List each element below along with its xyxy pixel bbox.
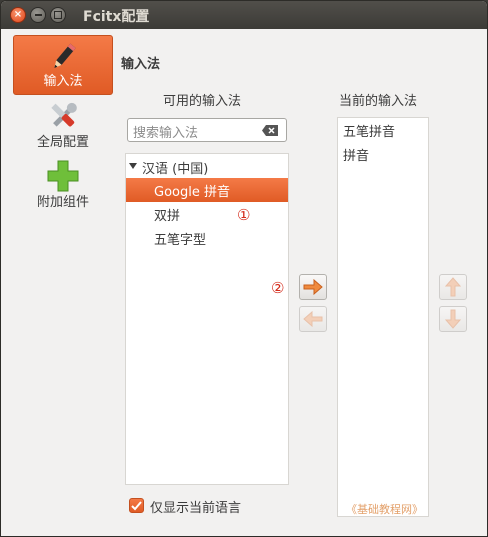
list-item[interactable]: 五笔字型: [126, 226, 288, 250]
list-item-label: 五笔字型: [154, 233, 207, 248]
move-down-button[interactable]: [439, 306, 467, 332]
search-input[interactable]: 搜索输入法: [127, 118, 287, 142]
minimize-button[interactable]: [30, 7, 46, 23]
sidebar-item-global-config[interactable]: 全局配置: [13, 95, 113, 155]
sidebar-item-label: 附加组件: [36, 195, 89, 210]
current-input-methods-list[interactable]: 五笔拼音 拼音: [337, 117, 429, 517]
list-item[interactable]: 拼音: [343, 145, 369, 164]
annotation-marker-1: ①: [237, 206, 251, 224]
close-button[interactable]: ×: [10, 7, 26, 23]
move-up-button[interactable]: [439, 274, 467, 300]
checkmark-icon: [131, 500, 142, 510]
available-input-methods-list[interactable]: 汉语 (中国) Google 拼音 双拼 五笔字型: [125, 153, 289, 485]
plus-icon: [47, 160, 79, 192]
list-item-label: Google 拼音: [154, 185, 230, 200]
arrow-up-icon: [445, 277, 461, 297]
list-item[interactable]: 五笔拼音: [343, 121, 395, 140]
clear-search-icon[interactable]: [262, 125, 278, 136]
current-heading: 当前的输入法: [339, 94, 418, 109]
sidebar-item-input-method[interactable]: 输入法: [13, 35, 113, 95]
arrow-left-icon: [303, 311, 323, 327]
sidebar-item-addons[interactable]: 附加组件: [13, 155, 113, 215]
arrow-right-icon: [303, 279, 323, 295]
tools-icon: [51, 102, 77, 127]
show-current-language-label[interactable]: 仅显示当前语言: [150, 497, 241, 516]
show-current-language-checkbox[interactable]: [129, 498, 144, 513]
pencil-icon: [54, 43, 76, 69]
expand-triangle-icon[interactable]: [129, 163, 137, 169]
sidebar-item-label: 输入法: [43, 74, 83, 89]
annotation-marker-2: ②: [271, 279, 285, 297]
watermark: 《基础教程网》: [346, 503, 423, 516]
search-placeholder: 搜索输入法: [133, 126, 199, 141]
list-item[interactable]: 双拼: [126, 202, 288, 226]
sidebar-item-label: 全局配置: [36, 135, 89, 150]
language-group-row[interactable]: 汉语 (中国): [126, 156, 288, 178]
titlebar: × Fcitx配置: [1, 1, 487, 29]
section-title: 输入法: [121, 57, 161, 72]
fcitx-config-window: × Fcitx配置 输入法 全局配置 附加组件 输入法 可用的输入法 当前的输入…: [0, 0, 488, 537]
maximize-button[interactable]: [50, 7, 66, 23]
available-heading: 可用的输入法: [163, 94, 242, 109]
add-input-method-button[interactable]: [299, 274, 327, 300]
sidebar: 输入法 全局配置 附加组件: [9, 35, 113, 215]
language-group-label: 汉语 (中国): [142, 162, 209, 177]
list-item-label: 双拼: [154, 209, 181, 224]
remove-input-method-button[interactable]: [299, 306, 327, 332]
window-title: Fcitx配置: [83, 9, 150, 25]
list-item[interactable]: Google 拼音: [126, 178, 288, 202]
arrow-down-icon: [445, 309, 461, 329]
